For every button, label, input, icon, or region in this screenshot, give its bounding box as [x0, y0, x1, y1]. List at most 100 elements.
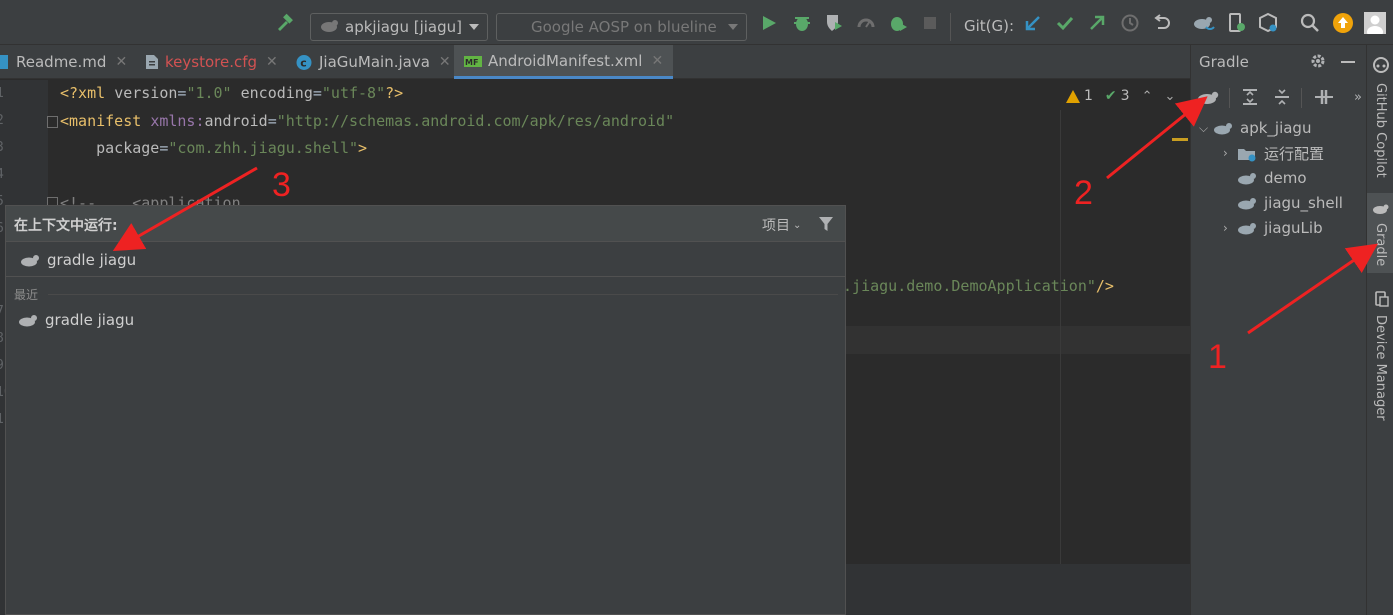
build-hammer-icon[interactable]	[274, 11, 296, 35]
gradle-module-icon	[1237, 221, 1257, 235]
chevron-down-icon	[469, 24, 479, 30]
code-token: "1.0"	[186, 84, 232, 102]
tree-item-run-configs[interactable]: › 运行配置	[1223, 141, 1324, 165]
code-line-3: package="com.zhh.jiagu.shell">	[60, 139, 367, 157]
svg-text:MF: MF	[465, 58, 478, 67]
filter-icon[interactable]	[818, 216, 834, 236]
recent-item[interactable]: gradle jiagu	[6, 307, 845, 333]
update-available-icon[interactable]	[1332, 11, 1354, 35]
code-line-7: n.jiagu.demo.DemoApplication"/>	[834, 277, 1114, 295]
close-icon[interactable]: ✕	[439, 54, 451, 70]
tab-label: keystore.cfg	[165, 53, 258, 71]
scope-select[interactable]: 项目 ⌄	[762, 215, 801, 235]
warning-icon	[1066, 89, 1080, 103]
tab-readme[interactable]: Readme.md ✕	[0, 45, 127, 79]
search-icon[interactable]	[1300, 11, 1320, 35]
tree-item-jiagu-shell[interactable]: jiagu_shell	[1237, 191, 1343, 215]
toggle-offline-icon[interactable]	[1313, 86, 1335, 108]
execute-gradle-task-icon[interactable]	[1197, 86, 1219, 108]
git-update-icon[interactable]	[1024, 11, 1042, 35]
tree-item-jiagulib[interactable]: › jiaguLib	[1223, 216, 1323, 240]
tool-tab-github-copilot[interactable]: GitHub Copilot	[1367, 57, 1393, 178]
code-token: =	[312, 84, 322, 102]
run-anything-popup: 在上下文中运行: 项目 ⌄ gradle jiagu 最近 gradle jia…	[5, 205, 846, 615]
close-icon[interactable]: ✕	[651, 53, 663, 69]
toolbar-divider	[950, 13, 951, 41]
run-command-input[interactable]: gradle jiagu	[6, 243, 845, 277]
chevron-down-icon: ⌄	[793, 219, 802, 231]
run-coverage-icon[interactable]	[824, 11, 844, 35]
tool-tab-gradle[interactable]: Gradle	[1367, 193, 1393, 273]
sync-gradle-icon[interactable]	[1192, 11, 1216, 35]
code-token: "com.zhh.jiagu.shell"	[168, 139, 359, 157]
git-commit-icon[interactable]	[1056, 11, 1074, 35]
code-token: <manifest	[60, 112, 151, 130]
close-icon[interactable]: ✕	[266, 54, 278, 70]
annotation-number-1: 1	[1208, 338, 1227, 376]
chevron-right-icon[interactable]: ›	[1223, 146, 1237, 160]
code-token: n.jiagu.demo.DemoApplication"	[834, 277, 1096, 295]
popup-header: 在上下文中运行: 项目 ⌄	[6, 206, 845, 242]
gradle-tool-window: Gradle » ⌵ apk_jiagu › 运行配置 demo jiagu_s…	[1190, 45, 1366, 615]
account-avatar-icon[interactable]	[1364, 11, 1386, 35]
run-configuration-select[interactable]: apkjiagu [jiagu]	[310, 13, 488, 41]
stop-icon[interactable]	[922, 11, 938, 35]
tree-item-apk-jiagu[interactable]: ⌵ apk_jiagu	[1199, 116, 1311, 140]
tool-tab-label: Gradle	[1373, 223, 1388, 267]
profile-icon[interactable]	[856, 11, 876, 35]
sdk-manager-icon[interactable]	[1258, 11, 1278, 35]
line-number: 2	[0, 113, 4, 128]
tool-tab-device-manager[interactable]: Device Manager	[1367, 291, 1393, 421]
line-number: 5	[0, 194, 4, 209]
code-token: >	[358, 139, 368, 157]
recent-item-label: gradle jiagu	[45, 311, 135, 329]
editor-breadcrumb-strip	[846, 564, 1190, 615]
tab-label: AndroidManifest.xml	[488, 51, 643, 70]
device-select[interactable]: Google AOSP on blueline	[496, 13, 747, 41]
debug-bug-icon[interactable]	[792, 11, 812, 35]
gear-icon[interactable]	[1309, 52, 1327, 74]
git-history-icon[interactable]	[1120, 11, 1140, 35]
tab-label: JiaGuMain.java	[319, 53, 430, 71]
line-number: 8	[0, 331, 4, 346]
gradle-panel-title: Gradle	[1199, 53, 1249, 71]
code-token: android	[204, 112, 268, 130]
tab-jiagumain[interactable]: c JiaGuMain.java ✕	[296, 45, 451, 79]
chevron-down-icon[interactable]: ⌄	[1164, 89, 1175, 104]
warning-count: 1	[1084, 88, 1093, 104]
chevron-up-icon[interactable]: ⌃	[1142, 89, 1153, 104]
tree-item-demo[interactable]: demo	[1237, 166, 1307, 190]
run-configuration-label: apkjiagu [jiagu]	[345, 18, 462, 36]
java-class-icon: c	[296, 54, 313, 70]
git-rollback-icon[interactable]	[1152, 11, 1172, 35]
collapse-all-icon[interactable]	[1271, 86, 1293, 108]
gradle-module-icon	[1237, 196, 1257, 210]
tab-keystore[interactable]: keystore.cfg ✕	[145, 45, 278, 79]
tree-item-label: jiaguLib	[1264, 219, 1323, 237]
line-number: 7	[0, 304, 4, 319]
scrollbar-warning-marker[interactable]	[1172, 138, 1188, 141]
close-icon[interactable]: ✕	[115, 54, 127, 70]
expand-all-icon[interactable]	[1239, 86, 1261, 108]
run-icon[interactable]	[760, 11, 778, 35]
chevron-down-icon[interactable]: ⌵	[1199, 121, 1213, 136]
chevron-right-icon[interactable]: ›	[1223, 221, 1237, 235]
toolbar-divider	[1301, 88, 1302, 108]
fold-marker-icon[interactable]	[47, 116, 58, 128]
gradle-icon	[1372, 203, 1390, 219]
code-token: xmlns:	[150, 112, 205, 130]
tab-androidmanifest[interactable]: MF AndroidManifest.xml ✕	[454, 45, 674, 79]
code-token: "utf-8"	[321, 84, 386, 102]
code-token: ?>	[385, 84, 404, 102]
inspection-widget[interactable]: 1 ✔ 3 ⌃ ⌄	[1066, 88, 1175, 104]
attach-debugger-icon[interactable]	[888, 11, 908, 35]
scope-label: 项目	[762, 218, 790, 234]
gradle-icon	[18, 313, 38, 327]
gradle-project-icon	[1213, 121, 1233, 135]
caret-row-highlight	[846, 326, 1190, 354]
git-push-icon[interactable]	[1088, 11, 1106, 35]
minimize-icon[interactable]	[1341, 61, 1355, 63]
device-manager-icon[interactable]	[1226, 11, 1246, 35]
run-command-value: gradle jiagu	[47, 250, 137, 269]
tree-item-label: jiagu_shell	[1264, 194, 1343, 212]
